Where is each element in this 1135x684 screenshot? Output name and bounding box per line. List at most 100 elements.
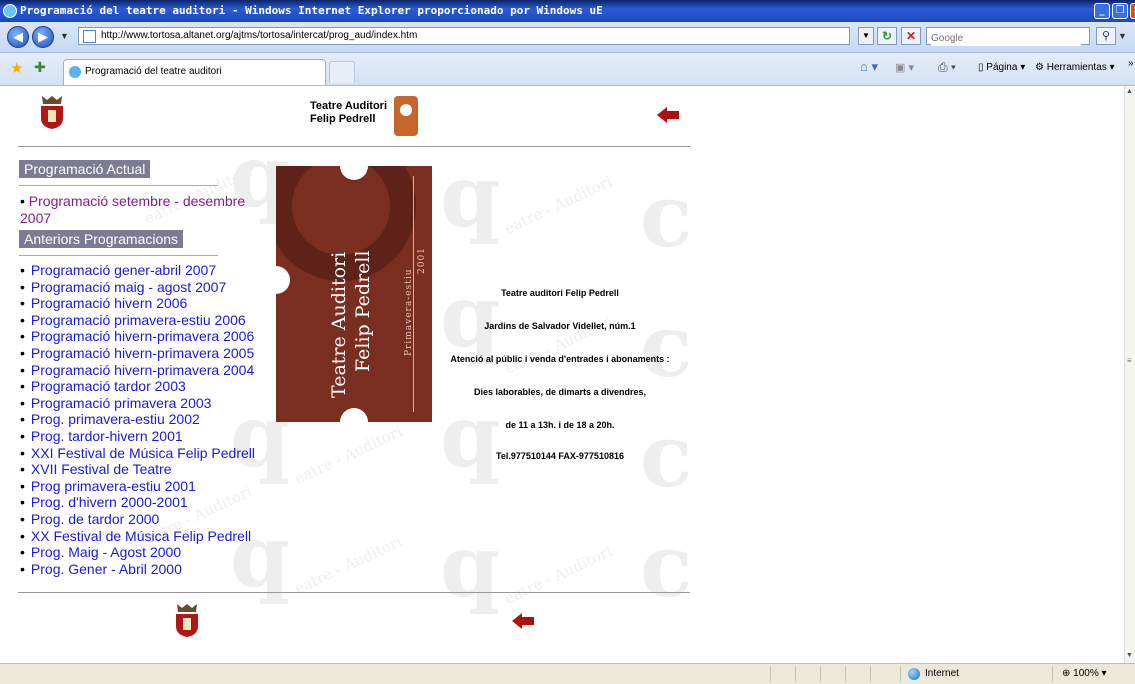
restore-button[interactable]: ❐ — [1112, 3, 1128, 19]
address-url[interactable]: http://www.tortosa.altanet.org/ajtms/tor… — [101, 28, 417, 44]
programme-link[interactable]: Prog. d'hivern 2000-2001 — [31, 494, 188, 510]
programme-link[interactable]: Prog. primavera-estiu 2002 — [31, 411, 200, 427]
list-item[interactable]: • Prog primavera-estiu 2001 — [20, 478, 255, 495]
list-item[interactable]: • Prog. Maig - Agost 2000 — [20, 544, 255, 561]
section-divider — [19, 185, 218, 186]
programme-link[interactable]: Programació primavera-estiu 2006 — [31, 312, 246, 328]
current-programme-heading: Programació Actual — [19, 160, 151, 178]
bullet: • — [20, 560, 25, 577]
programme-link[interactable]: Programació hivern-primavera 2004 — [31, 362, 254, 378]
list-item[interactable]: • XXI Festival de Música Felip Pedrell — [20, 445, 255, 462]
programme-link[interactable]: Programació maig - agost 2007 — [31, 279, 226, 295]
status-divider — [845, 666, 846, 682]
list-item[interactable]: • Prog. primavera-estiu 2002 — [20, 411, 255, 428]
current-programme-link[interactable]: • Programació setembre - desembre 2007 — [20, 193, 260, 227]
programme-link[interactable]: Programació gener-abril 2007 — [31, 262, 216, 278]
programme-link[interactable]: Programació hivern 2006 — [31, 295, 187, 311]
watermark-logo: c — [640, 516, 693, 617]
info-phone: Tel.977510144 FAX-977510816 — [496, 451, 624, 461]
programme-link[interactable]: Prog primavera-estiu 2001 — [31, 478, 196, 494]
programme-link[interactable]: XXI Festival de Música Felip Pedrell — [31, 445, 255, 461]
internet-explorer-icon — [3, 4, 17, 18]
tools-menu-label: Herramientas — [1046, 62, 1107, 73]
favorites-star-icon[interactable]: ★ — [10, 59, 23, 77]
stop-button[interactable]: ✕ — [901, 27, 921, 45]
list-item[interactable]: • XX Festival de Música Felip Pedrell — [20, 528, 255, 545]
programme-link[interactable]: Programació primavera 2003 — [31, 395, 212, 411]
status-divider — [770, 666, 771, 682]
search-options-dropdown-icon[interactable]: ▼ — [1118, 31, 1127, 41]
list-item[interactable]: • Programació tardor 2003 — [20, 378, 255, 395]
list-item[interactable]: • XVII Festival de Teatre — [20, 461, 255, 478]
feeds-icon[interactable]: ▣ ▾ — [895, 61, 914, 74]
new-tab-button[interactable] — [329, 61, 355, 83]
more-chevron-icon[interactable]: » — [1128, 58, 1134, 69]
security-zone: Internet — [925, 668, 959, 679]
list-item[interactable]: • Prog. d'hivern 2000-2001 — [20, 494, 255, 511]
bullet: • — [20, 544, 25, 561]
programme-link[interactable]: Prog. tardor-hivern 2001 — [31, 428, 183, 444]
programme-link[interactable]: Prog. de tardor 2000 — [31, 511, 159, 527]
home-icon[interactable]: ⌂ ▾ — [860, 59, 878, 75]
watermark-logo: q — [440, 266, 501, 367]
add-favorites-icon[interactable]: ✚ — [34, 59, 46, 76]
list-item[interactable]: • Programació maig - agost 2007 — [20, 279, 255, 296]
zoom-level[interactable]: ⊕ 100% ▾ — [1062, 666, 1107, 682]
page-menu[interactable]: ▯ Página ▾ — [978, 62, 1025, 73]
address-field[interactable]: http://www.tortosa.altanet.org/ajtms/tor… — [78, 27, 850, 45]
watermark-logo: c — [640, 296, 693, 397]
status-divider — [1052, 666, 1053, 682]
back-button[interactable]: ◀ — [7, 26, 29, 48]
programme-link[interactable]: XVII Festival de Teatre — [31, 461, 172, 477]
programme-link[interactable]: Programació hivern-primavera 2006 — [31, 328, 254, 344]
scroll-grip-icon[interactable]: ≡ — [1127, 356, 1132, 365]
list-item[interactable]: • Programació hivern-primavera 2005 — [20, 345, 255, 362]
list-item[interactable]: • Prog. tardor-hivern 2001 — [20, 428, 255, 445]
brochure-cover-image: Teatre Auditori Felip Pedrell Primavera-… — [276, 166, 432, 422]
back-arrow-icon[interactable] — [657, 107, 679, 123]
list-item[interactable]: • Programació primavera-estiu 2006 — [20, 312, 255, 329]
close-button[interactable]: × — [1130, 3, 1135, 19]
list-item[interactable]: • Programació gener-abril 2007 — [20, 262, 255, 279]
brochure-title-line2: Felip Pedrell — [352, 250, 374, 372]
bullet: • — [20, 394, 25, 411]
tab-label: Programació del teatre auditori — [85, 66, 222, 77]
tools-menu[interactable]: ⚙ Herramientas ▾ — [1035, 62, 1115, 73]
tab-active[interactable]: Programació del teatre auditori — [63, 59, 326, 85]
back-arrow-icon[interactable] — [512, 613, 534, 629]
list-item[interactable]: • Programació hivern-primavera 2006 — [20, 328, 255, 345]
minimize-button[interactable]: _ — [1094, 3, 1110, 19]
list-item[interactable]: • Programació hivern 2006 — [20, 295, 255, 312]
programme-link[interactable]: Programació hivern-primavera 2005 — [31, 345, 254, 361]
search-field[interactable] — [926, 27, 1090, 46]
programme-link[interactable]: Prog. Maig - Agost 2000 — [31, 544, 181, 560]
list-item[interactable]: • Programació hivern-primavera 2004 — [20, 362, 255, 379]
search-input[interactable] — [931, 31, 1081, 46]
forward-button[interactable]: ▶ — [32, 26, 54, 48]
bullet: • — [20, 328, 25, 345]
programme-link[interactable]: Programació tardor 2003 — [31, 378, 186, 394]
previous-programmes-heading: Anteriors Programacions — [19, 230, 184, 248]
zoom-value: 100% — [1073, 668, 1099, 679]
refresh-button[interactable]: ↻ — [877, 27, 897, 45]
scroll-down-icon[interactable]: ▼ — [1126, 652, 1133, 659]
bullet: • — [20, 295, 25, 312]
search-icon[interactable]: ⚲ — [1096, 27, 1116, 45]
theatre-logo: Teatre Auditori Felip Pedrell — [310, 96, 425, 138]
watermark-text: eatre - Auditori — [291, 422, 405, 488]
programme-link[interactable]: Prog. Gener - Abril 2000 — [31, 561, 182, 577]
bullet: • — [20, 311, 25, 328]
address-dropdown-icon[interactable]: ▼ — [858, 27, 874, 45]
programme-link[interactable]: XX Festival de Música Felip Pedrell — [31, 528, 251, 544]
bullet: • — [20, 262, 25, 278]
list-item[interactable]: • Programació primavera 2003 — [20, 395, 255, 412]
list-item[interactable]: • Prog. de tardor 2000 — [20, 511, 255, 528]
list-item[interactable]: • Prog. Gener - Abril 2000 — [20, 561, 255, 578]
page-icon — [83, 30, 96, 43]
page-menu-label: Página — [986, 62, 1018, 73]
print-icon[interactable]: ⎙ ▾ — [938, 60, 956, 75]
scroll-up-icon[interactable]: ▲ — [1126, 88, 1133, 95]
vertical-scrollbar[interactable]: ▲ ≡ ▼ — [1124, 86, 1135, 663]
recent-pages-dropdown-icon[interactable]: ▼ — [60, 31, 69, 41]
current-programme-label[interactable]: Programació setembre - desembre 2007 — [20, 193, 245, 226]
